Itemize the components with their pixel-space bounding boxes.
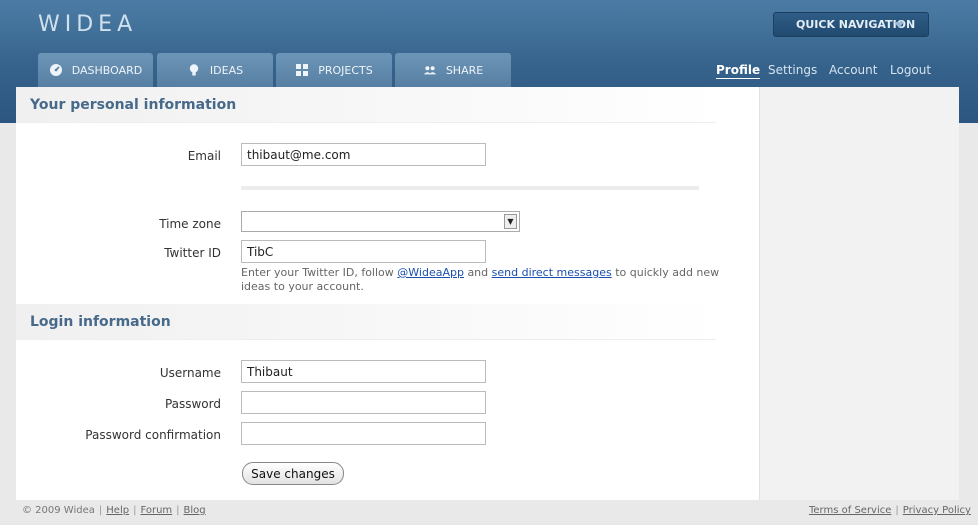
username-field[interactable] [241,360,486,383]
personal-info-heading: Your personal information [16,87,716,123]
twitter-id-label: Twitter ID [164,246,221,260]
email-label: Email [187,149,221,163]
chevron-down-icon: ▼ [504,214,517,229]
lightbulb-icon [187,63,201,77]
twitter-help-text: Enter your Twitter ID, follow @WideaApp … [241,266,721,294]
login-info-heading: Login information [16,304,716,340]
section-divider [241,186,699,190]
grid-icon [295,63,309,77]
tab-dashboard-label: DASHBOARD [71,63,143,77]
sidebar [759,87,959,500]
account-link[interactable]: Account [829,63,877,77]
blog-link[interactable]: Blog [184,505,206,516]
password-label: Password [164,397,221,411]
send-direct-messages-link[interactable]: send direct messages [492,266,612,279]
footer-left: © 2009 Widea | Help | Forum | Blog [22,505,206,516]
chevron-down-icon [894,22,904,28]
twitter-help-part-1: Enter your Twitter ID, follow [241,266,394,279]
password-confirmation-field[interactable] [241,422,486,445]
privacy-policy-link[interactable]: Privacy Policy [903,505,971,516]
time-zone-select[interactable]: ▼ [241,211,520,232]
help-link[interactable]: Help [106,505,129,516]
tab-share-label: SHARE [445,63,484,77]
copyright-text: © 2009 Widea [22,505,95,516]
time-zone-label: Time zone [159,217,221,231]
password-field[interactable] [241,391,486,414]
settings-link[interactable]: Settings [768,63,817,77]
twitter-id-field[interactable] [241,240,486,263]
username-label: Username [159,366,221,380]
terms-of-service-link[interactable]: Terms of Service [809,505,891,516]
tab-ideas[interactable]: IDEAS [157,53,273,87]
widea-app-link[interactable]: @WideaApp [397,266,464,279]
logout-link[interactable]: Logout [890,63,931,77]
people-icon [423,63,437,77]
app-logo[interactable]: WIDEA [38,12,137,37]
tab-projects-label: PROJECTS [318,63,373,77]
forum-link[interactable]: Forum [140,505,172,516]
tab-share[interactable]: SHARE [395,53,511,87]
profile-form-panel: Your personal information Email Time zon… [16,87,759,500]
tab-dashboard[interactable]: DASHBOARD [38,53,153,87]
email-field[interactable] [241,143,486,166]
quick-navigation-button[interactable]: QUICK NAVIGATION [773,12,929,37]
tab-projects[interactable]: PROJECTS [276,53,392,87]
profile-link[interactable]: Profile [716,63,761,79]
twitter-help-part-2: and [467,266,489,279]
dashboard-icon [49,63,63,77]
save-changes-button[interactable]: Save changes [242,462,344,485]
tab-ideas-label: IDEAS [209,63,244,77]
password-confirmation-label: Password confirmation [85,428,221,442]
footer-right: Terms of Service | Privacy Policy [809,505,971,516]
